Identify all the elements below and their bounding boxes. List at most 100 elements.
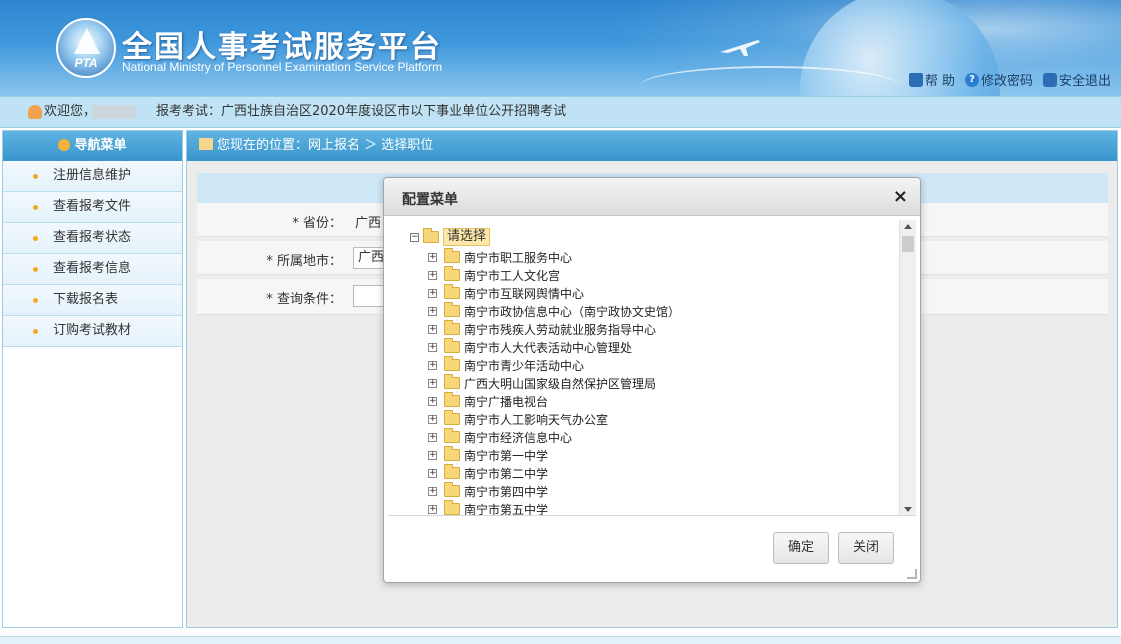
expand-icon[interactable]: + — [428, 378, 437, 388]
tree-node[interactable]: + 南宁市青少年活动中心 — [428, 356, 680, 374]
sidebar-item-exam-info[interactable]: 查看报考信息 — [3, 254, 182, 285]
sidebar-item-label: 查看报考信息 — [53, 261, 132, 276]
tree-node-label: 广西大明山国家级自然保护区管理局 — [464, 376, 657, 391]
tree-node-label: 南宁市政协信息中心（南宁政协文史馆） — [464, 304, 681, 319]
province-value: 广西 — [355, 216, 382, 231]
expand-icon[interactable]: + — [428, 432, 437, 442]
tree-node[interactable]: + 南宁市第四中学 — [428, 482, 680, 500]
tree-scrollbar[interactable] — [899, 220, 916, 515]
welcome-greeting: 欢迎您， — [44, 104, 97, 119]
resize-handle-icon[interactable] — [907, 569, 917, 579]
city-label: * 所属地市： — [266, 254, 342, 269]
expand-icon[interactable]: + — [428, 270, 437, 280]
breadcrumb-text: 您现在的位置：网上报名 ＞ 选择职位 — [217, 138, 434, 153]
tree-root-node[interactable]: − 请选择 — [410, 228, 491, 246]
tree-node[interactable]: + 南宁市残疾人劳动就业服务指导中心 — [428, 320, 680, 338]
sidebar-item-registration-info[interactable]: 注册信息维护 — [3, 161, 182, 192]
sidebar-item-exam-status[interactable]: 查看报考状态 — [3, 223, 182, 254]
folder-icon — [444, 356, 460, 371]
sidebar-item-download-form[interactable]: 下载报名表 — [3, 285, 182, 316]
site-subtitle: National Ministry of Personnel Examinati… — [122, 60, 443, 74]
tree-node-label: 南宁市第二中学 — [464, 466, 549, 481]
expand-icon[interactable]: + — [428, 324, 437, 334]
scroll-thumb[interactable] — [902, 236, 914, 252]
exam-name: 报考考试：广西壮族自治区2020年度设区市以下事业单位公开招聘考试 — [156, 104, 567, 119]
dialog-header: 配置菜单 × — [384, 178, 920, 216]
expand-icon[interactable]: + — [428, 252, 437, 262]
expand-icon[interactable]: + — [428, 306, 437, 316]
sidebar-header: 导航菜单 — [3, 131, 182, 161]
airplane-icon — [720, 40, 760, 56]
tree-node[interactable]: + 南宁市工人文化宫 — [428, 266, 680, 284]
sidebar-title: 导航菜单 — [74, 138, 127, 153]
lock-icon — [908, 72, 923, 87]
sidebar-item-label: 注册信息维护 — [53, 168, 132, 183]
tree-node[interactable]: + 南宁市第一中学 — [428, 446, 680, 464]
tree-node-label: 南宁市第五中学 — [464, 502, 549, 516]
sidebar-item-order-books[interactable]: 订购考试教材 — [3, 316, 182, 347]
tree-node[interactable]: + 南宁市人工影响天气办公室 — [428, 410, 680, 428]
welcome-bar: 欢迎您， 报考考试：广西壮族自治区2020年度设区市以下事业单位公开招聘考试 — [0, 96, 1121, 128]
logo-text: PTA — [74, 56, 98, 70]
tree-children: + 南宁市职工服务中心 + 南宁市工人文化宫 + 南宁市互联网舆情中心 + 南宁市政协信… — [428, 248, 680, 516]
tree-node[interactable]: + 南宁市职工服务中心 — [428, 248, 680, 266]
change-password-link[interactable]: ? 修改密码 — [964, 70, 1033, 89]
close-icon[interactable]: × — [893, 186, 908, 207]
expand-icon[interactable]: + — [428, 360, 437, 370]
folder-icon — [444, 464, 460, 479]
close-button[interactable]: 关闭 — [838, 532, 895, 564]
change-password-label: 修改密码 — [980, 74, 1033, 89]
tree-node-label: 南宁市人大代表活动中心管理处 — [464, 340, 633, 355]
help-link[interactable]: 帮 助 — [908, 70, 955, 89]
folder-icon — [444, 248, 460, 263]
bullet-icon — [33, 329, 38, 334]
site-header: PTA 全国人事考试服务平台 National Ministry of Pers… — [0, 0, 1121, 96]
collapse-icon[interactable]: − — [410, 232, 419, 242]
expand-icon[interactable]: + — [428, 396, 437, 406]
user-icon — [28, 105, 42, 119]
folder-icon — [444, 500, 460, 515]
dialog-title: 配置菜单 — [402, 192, 458, 208]
tree-node[interactable]: + 南宁市政协信息中心（南宁政协文史馆） — [428, 302, 680, 320]
bullet-icon — [33, 236, 38, 241]
expand-icon[interactable]: + — [428, 468, 437, 478]
tree-node-label: 南宁市互联网舆情中心 — [464, 286, 585, 301]
confirm-button[interactable]: 确定 — [773, 532, 830, 564]
logout-link[interactable]: 安全退出 — [1042, 70, 1111, 89]
sidebar-item-label: 订购考试教材 — [53, 323, 132, 338]
tree-node[interactable]: + 南宁市互联网舆情中心 — [428, 284, 680, 302]
sidebar-item-exam-files[interactable]: 查看报考文件 — [3, 192, 182, 223]
logout-label: 安全退出 — [1058, 74, 1111, 89]
expand-icon[interactable]: + — [428, 414, 437, 424]
scroll-up-icon[interactable] — [904, 224, 912, 229]
question-icon: ? — [964, 72, 979, 87]
folder-icon — [444, 302, 460, 317]
folder-icon — [444, 338, 460, 353]
expand-icon[interactable]: + — [428, 288, 437, 298]
tree-node-label: 南宁市残疾人劳动就业服务指导中心 — [464, 322, 657, 337]
bullet-icon — [33, 267, 38, 272]
tree-node[interactable]: + 南宁广播电视台 — [428, 392, 680, 410]
sidebar-item-label: 查看报考文件 — [53, 199, 132, 214]
tree-node[interactable]: + 南宁市第二中学 — [428, 464, 680, 482]
expand-icon[interactable]: + — [428, 450, 437, 460]
query-label: * 查询条件： — [266, 292, 342, 307]
expand-icon[interactable]: + — [428, 504, 437, 514]
top-links: 帮 助 ? 修改密码 安全退出 — [908, 70, 1111, 89]
expand-icon[interactable]: + — [428, 486, 437, 496]
tree-node[interactable]: + 南宁市人大代表活动中心管理处 — [428, 338, 680, 356]
folder-icon — [444, 446, 460, 461]
tree-node[interactable]: + 南宁市第五中学 — [428, 500, 680, 516]
expand-icon[interactable]: + — [428, 342, 437, 352]
footer-strip — [0, 636, 1121, 644]
tree-node[interactable]: + 南宁市经济信息中心 — [428, 428, 680, 446]
scroll-down-icon[interactable] — [904, 507, 912, 512]
breadcrumb: 您现在的位置：网上报名 ＞ 选择职位 — [187, 131, 1117, 161]
tree-root-label[interactable]: 请选择 — [443, 228, 491, 246]
home-icon — [199, 138, 213, 150]
pta-logo: PTA — [56, 18, 116, 78]
tree-node[interactable]: + 广西大明山国家级自然保护区管理局 — [428, 374, 680, 392]
tree-node-label: 南宁市第四中学 — [464, 484, 549, 499]
folder-icon — [444, 374, 460, 389]
folder-open-icon — [423, 228, 439, 243]
